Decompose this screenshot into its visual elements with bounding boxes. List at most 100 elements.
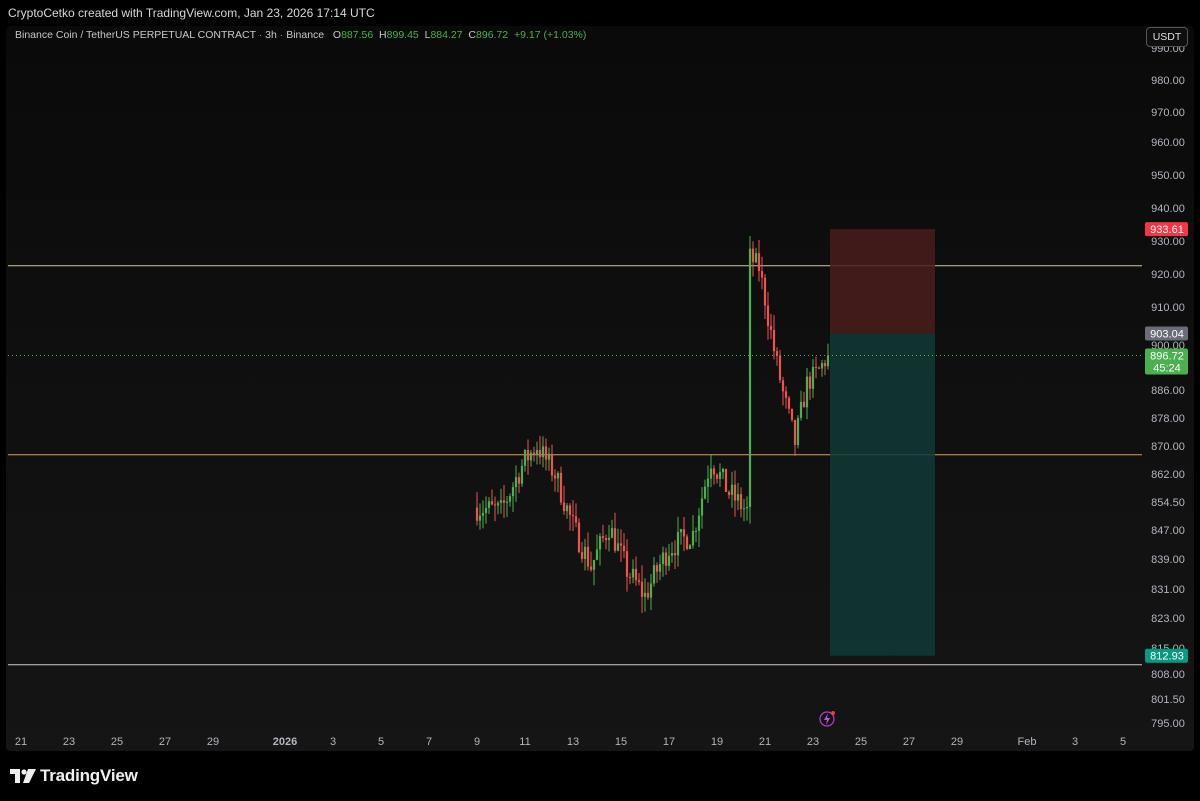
high-label: H [379,29,387,41]
candle-body [631,568,635,578]
candle-body [604,538,608,541]
candle-body [502,500,506,503]
candle-body [637,580,641,582]
x-axis-tick-label: 17 [663,736,675,748]
candle-body [706,478,710,487]
candle-body [625,551,629,577]
candle-body [652,565,656,584]
tradingview-logo[interactable]: TradingView [10,766,138,786]
candle-body [532,452,536,455]
x-axis-tick-label: 27 [903,736,915,748]
candle-body [814,366,818,368]
candle-body [499,500,503,503]
candle-body [517,477,521,484]
candle-body [745,507,749,509]
candle-body [580,552,584,559]
candle-body [559,472,563,503]
x-axis-tick-label: 5 [378,736,384,748]
candle-body [757,253,761,272]
x-axis-tick-label: 29 [951,736,963,748]
candle-body [628,576,632,578]
candle-body [505,501,509,503]
open-value: 887.56 [341,29,374,41]
y-axis-tick-label: 831.00 [1151,584,1185,596]
candle-body [655,565,659,572]
candle-body [667,555,671,566]
y-axis-tick-label: 878.00 [1151,413,1185,425]
candle-body [766,305,770,327]
notification-dot-icon [831,711,835,715]
candle-body [565,505,569,512]
y-axis-tick-label: 823.00 [1151,613,1185,625]
candle-body [601,536,605,539]
candle-body [787,397,791,409]
candle-body [523,449,527,466]
candle-body [679,529,683,533]
candle-body [796,417,800,446]
last-price-badge-countdown: 45:24 [1153,363,1181,375]
candle-body [748,248,752,508]
candle-body [733,484,737,501]
x-axis-tick-label: 7 [426,736,432,748]
candle-body [496,502,500,506]
candle-body [544,446,548,460]
candle-body [493,504,497,506]
symbol-legend: Binance Coin / TetherUS PERPETUAL CONTRA… [15,29,587,41]
y-axis-tick-label: 940.00 [1151,203,1185,215]
candle-body [817,367,821,369]
open-label: O [332,29,342,41]
candle-body [751,248,755,263]
candle-body [514,477,518,488]
y-axis-tick-label: 910.00 [1151,302,1185,314]
high-value: 899.45 [386,29,419,41]
candle-body [478,515,482,521]
x-axis-tick-label: 3 [330,736,336,748]
candle-body [562,502,566,512]
candle-body [670,553,674,556]
candle-body [535,450,539,455]
y-axis-tick-label: 870.00 [1151,441,1185,453]
candle-body [574,516,578,523]
candle-body [682,529,686,537]
y-axis-tick-label: 886.00 [1151,385,1185,397]
candle-body [730,484,734,495]
candle-body [778,355,782,381]
entry-price-badge: 903.04 [1150,328,1184,340]
footer: TradingView [0,751,1200,801]
y-axis-tick-label: 801.50 [1151,694,1185,706]
candle-body [583,546,587,559]
candle-body [763,277,767,306]
interval: 3h [265,29,277,41]
exchange: Binance [286,29,325,41]
x-axis-tick-label: 2026 [273,736,297,748]
target-price-badge: 812.93 [1150,651,1184,663]
x-axis-tick-label: 11 [519,736,530,748]
candle-body [790,408,794,420]
take-profit-zone[interactable] [830,333,935,656]
candle-body [673,553,677,556]
x-axis-tick-label: 3 [1072,736,1078,748]
y-axis-tick-label: 808.00 [1151,669,1185,681]
candle-body [487,501,491,508]
x-axis-tick-label: 29 [207,736,219,748]
change-value: +9.17 (+1.03%) [513,29,587,41]
x-axis-tick-label: 21 [759,736,771,748]
currency-unit-button[interactable]: USDT [1146,27,1188,47]
x-axis-tick-label: 23 [807,736,819,748]
candle-body [511,487,515,497]
candle-body [685,536,689,549]
y-axis-tick-label: 862.00 [1151,469,1185,481]
candle-body [742,508,746,510]
candle-body [805,376,809,408]
lightning-icon-bolt [824,713,830,725]
x-axis-tick-label: 5 [1120,736,1126,748]
candle-body [547,453,551,460]
price-chart[interactable]: 990.00980.00970.00960.00950.00940.00930.… [0,0,1200,801]
candle-body [811,366,815,389]
stop-loss-zone[interactable] [830,229,935,334]
candle-body [526,449,530,461]
candle-body [724,468,728,492]
candle-body [688,545,692,549]
candle-body [697,515,701,531]
symbol-name: Binance Coin / TetherUS PERPETUAL CONTRA… [15,29,256,41]
